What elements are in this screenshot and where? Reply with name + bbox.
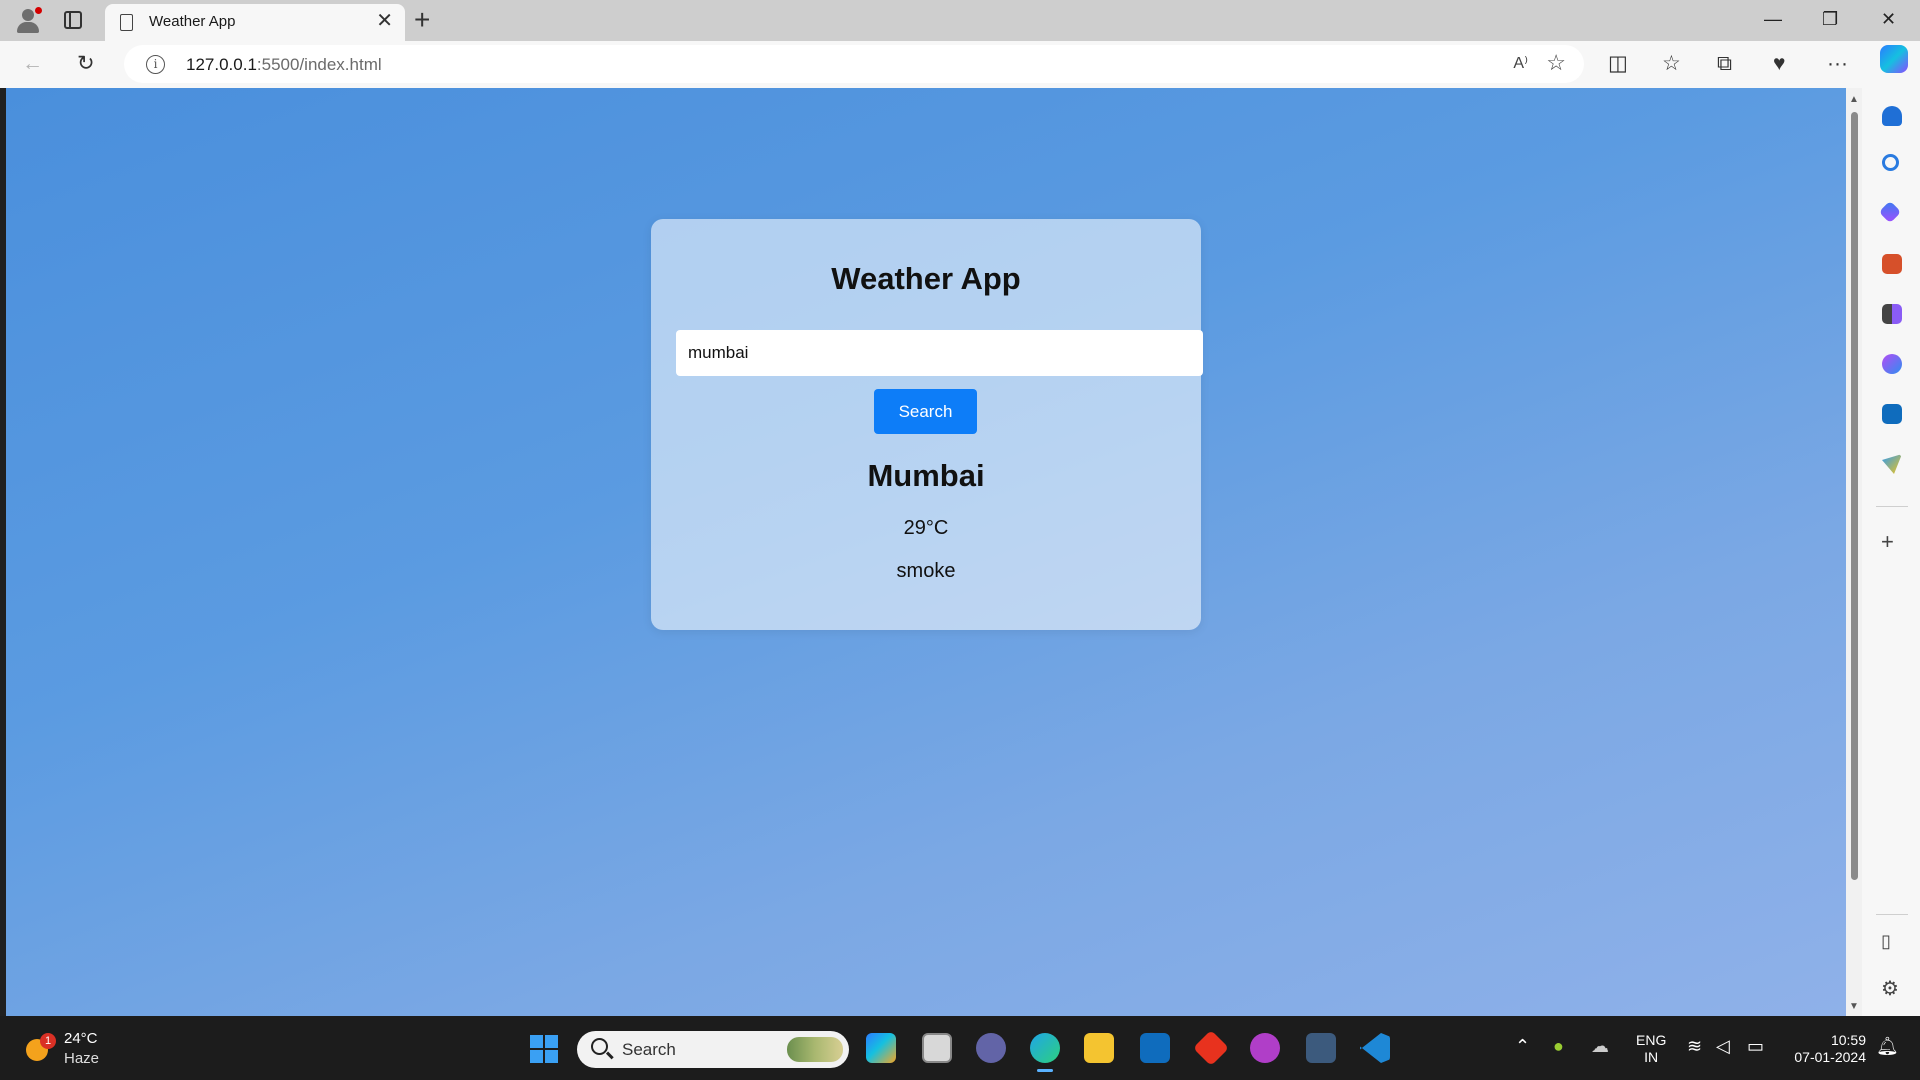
wps-office-icon[interactable] <box>1250 1033 1280 1063</box>
weather-temperature[interactable]: 24°C <box>64 1030 98 1047</box>
weather-card: Weather App Search Mumbai 29°C smoke <box>651 219 1203 630</box>
search-highlight-image <box>787 1037 843 1062</box>
weather-widget-icon[interactable]: 1 <box>26 1033 56 1061</box>
tab-strip: Weather App ✕ + — ❐ ✕ <box>0 0 1920 41</box>
show-hidden-icons[interactable]: ⌃ <box>1515 1035 1530 1057</box>
windows-taskbar: 1 24°C Haze Search ⌃ ● ☁ ENG IN ≋ ◁ ▭ 10… <box>0 1016 1920 1080</box>
volume-icon[interactable]: ◁ <box>1716 1035 1730 1057</box>
favorite-star-icon[interactable]: ☆ <box>1546 51 1566 75</box>
taskbar-search-label: Search <box>622 1040 676 1059</box>
browser-toolbar: ← ↻ i 127.0.0.1:5500/index.html A⁾ ☆ ◫ ☆… <box>0 41 1920 88</box>
add-sidebar-app-icon[interactable]: + <box>1881 531 1894 553</box>
weather-condition[interactable]: Haze <box>64 1050 99 1067</box>
anydesk-icon[interactable] <box>1192 1029 1230 1067</box>
onedrive-icon[interactable]: ☁ <box>1591 1035 1609 1057</box>
mail-icon[interactable] <box>1140 1033 1170 1063</box>
copilot-icon[interactable] <box>1880 45 1908 73</box>
page-scrollbar[interactable]: ▲ ▼ <box>1846 88 1862 1016</box>
shopping-tag-icon[interactable] <box>1878 200 1902 224</box>
close-tab-icon[interactable]: ✕ <box>376 10 393 32</box>
search-icon <box>591 1038 608 1055</box>
restore-icon[interactable]: ❐ <box>1822 6 1838 32</box>
edge-browser-icon[interactable] <box>1030 1033 1060 1072</box>
url-text[interactable]: 127.0.0.1:5500/index.html <box>186 55 382 75</box>
time: 10:59 <box>1830 1032 1866 1048</box>
outlook-icon[interactable] <box>1882 404 1902 424</box>
scroll-thumb[interactable] <box>1851 112 1858 880</box>
more-menu-icon[interactable]: ··· <box>1827 51 1848 77</box>
teams-chat-icon[interactable] <box>976 1033 1006 1063</box>
temperature: 29°C <box>903 517 949 539</box>
sidebar-separator <box>1876 506 1908 507</box>
battery-icon[interactable]: ▭ <box>1747 1035 1764 1057</box>
clock[interactable]: 10:59 07-01-2024 <box>1786 1032 1866 1066</box>
search-icon[interactable] <box>1882 154 1899 171</box>
file-explorer-icon[interactable] <box>1084 1033 1114 1063</box>
date: 07-01-2024 <box>1794 1049 1866 1065</box>
site-info-icon[interactable]: i <box>146 55 165 74</box>
favorites-icon[interactable]: ☆ <box>1662 51 1681 77</box>
tab-title: Weather App <box>149 13 236 30</box>
scroll-up-icon[interactable]: ▲ <box>1849 94 1859 105</box>
city-search-input[interactable] <box>676 330 1203 376</box>
split-screen-icon[interactable]: ◫ <box>1608 51 1628 77</box>
new-tab-icon[interactable]: + <box>414 3 430 37</box>
page-viewport: Weather App Search Mumbai 29°C smoke <box>6 88 1846 1016</box>
read-aloud-icon[interactable]: A⁾ <box>1513 53 1528 73</box>
close-window-icon[interactable]: ✕ <box>1881 6 1896 32</box>
taskbar-search[interactable]: Search <box>577 1031 849 1068</box>
refresh-icon[interactable]: ↻ <box>77 51 95 77</box>
city-name: Mumbai <box>867 458 985 493</box>
browser-essentials-icon[interactable]: ♥ <box>1773 51 1785 77</box>
mysql-workbench-icon[interactable] <box>1306 1033 1336 1063</box>
search-button[interactable]: Search <box>874 389 977 434</box>
notifications-icon[interactable] <box>1882 106 1902 126</box>
drop-icon[interactable] <box>1882 454 1902 474</box>
tab-weather-app[interactable]: Weather App ✕ <box>105 4 405 41</box>
tools-icon[interactable] <box>1882 254 1902 274</box>
language-indicator[interactable]: ENG IN <box>1636 1032 1666 1066</box>
collections-icon[interactable]: ⧉ <box>1717 51 1732 77</box>
back-icon[interactable]: ← <box>22 51 43 77</box>
edge-sidebar: + ▯ ⚙ <box>1862 88 1920 1016</box>
address-bar[interactable]: i 127.0.0.1:5500/index.html A⁾ ☆ <box>124 45 1584 83</box>
hide-sidebar-icon[interactable]: ▯ <box>1881 930 1891 952</box>
tray-app-icon[interactable]: ● <box>1553 1035 1564 1057</box>
notification-bell-icon[interactable]: 🔔︎ <box>1876 1035 1899 1057</box>
app-title: Weather App <box>831 261 1021 296</box>
wifi-icon[interactable]: ≋ <box>1687 1035 1702 1057</box>
copilot-app-icon[interactable] <box>866 1033 896 1063</box>
notification-badge: 1 <box>40 1033 56 1049</box>
page-icon <box>120 14 133 31</box>
tab-actions-icon[interactable] <box>64 11 82 29</box>
task-view-icon[interactable] <box>922 1033 952 1063</box>
start-windows-icon[interactable] <box>530 1035 558 1063</box>
microsoft-365-icon[interactable] <box>1882 354 1902 374</box>
weather-description: smoke <box>896 560 956 582</box>
minimize-icon[interactable]: — <box>1764 6 1782 32</box>
profile-avatar-icon[interactable] <box>14 7 42 33</box>
games-icon[interactable] <box>1882 304 1902 324</box>
vscode-icon[interactable] <box>1360 1033 1390 1063</box>
sidebar-separator <box>1876 914 1908 915</box>
scroll-down-icon[interactable]: ▼ <box>1849 1001 1859 1012</box>
sidebar-settings-icon[interactable]: ⚙ <box>1881 978 1899 1000</box>
